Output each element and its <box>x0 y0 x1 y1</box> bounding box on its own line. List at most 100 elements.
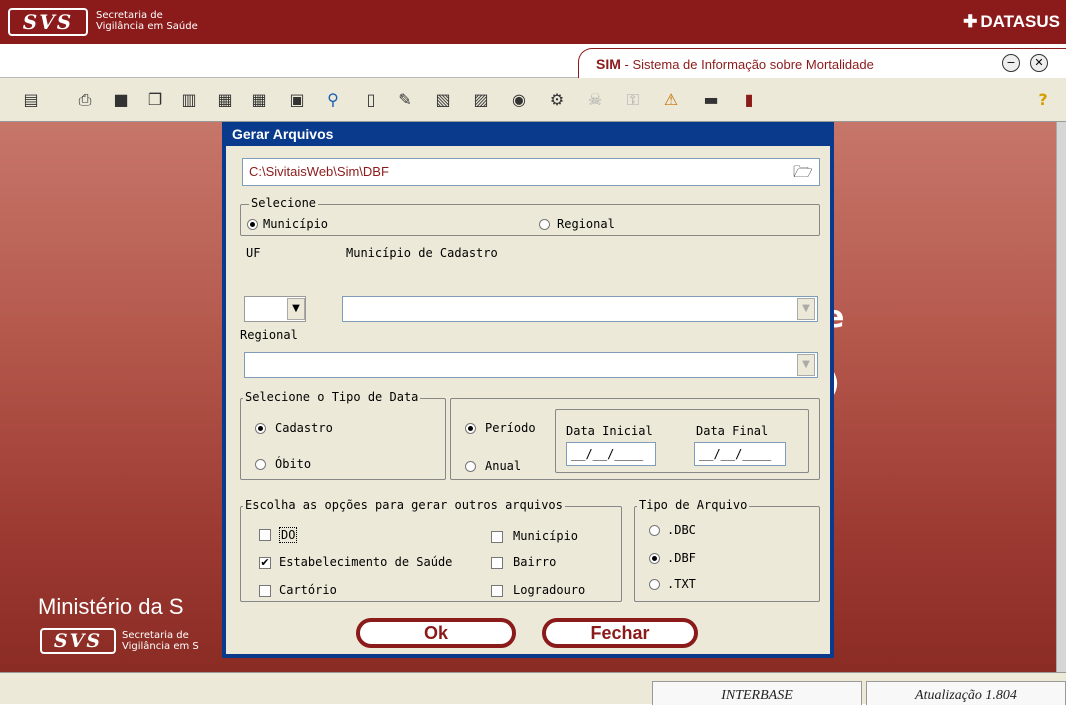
system-title: SIM - Sistema de Informação sobre Mortal… <box>596 56 874 72</box>
data-final-input[interactable]: __/__/____ <box>694 442 786 466</box>
ministerio-label: Ministério da S <box>38 594 184 619</box>
minimize-icon[interactable]: − <box>1002 54 1020 72</box>
data-inicial-input[interactable]: __/__/____ <box>566 442 656 466</box>
status-bar: INTERBASE Atualização 1.804 <box>0 672 1066 705</box>
uf-label: UF <box>246 246 261 260</box>
checkbox-estabelecimento[interactable]: ✔ <box>259 557 271 569</box>
radio-obito[interactable] <box>255 459 266 470</box>
datas-group: Data Inicial Data Final __/__/____ __/__… <box>555 409 809 473</box>
checkbox-municipio[interactable] <box>491 531 503 543</box>
data-final-value: __/__/____ <box>699 447 772 461</box>
save-icon[interactable]: ■ <box>110 89 132 111</box>
tipo-arquivo-group: Tipo de Arquivo .DBC .DBF .TXT <box>634 498 820 602</box>
lock-icon[interactable]: ⚿ <box>622 89 644 111</box>
svs-subtitle: Secretaria de Vigilância em Saúde <box>96 10 198 32</box>
title-separator: - <box>624 57 629 72</box>
file-export-icon[interactable]: ▤ <box>20 89 42 111</box>
periodo-group: Período Anual Data Inicial Data Final __… <box>450 398 820 480</box>
radio-txt-label: .TXT <box>667 577 696 591</box>
warning-icon[interactable]: ⚠ <box>660 89 682 111</box>
exit-door-icon[interactable]: ▮ <box>738 89 760 111</box>
form-icon[interactable]: ▣ <box>286 89 308 111</box>
print-icon[interactable]: ⎙ <box>74 89 96 111</box>
checkbox-bairro-label: Bairro <box>513 555 557 569</box>
skull-icon[interactable]: ☠ <box>584 89 606 111</box>
regional-select[interactable]: ▼ <box>244 352 818 378</box>
chevron-down-icon[interactable]: ▼ <box>287 298 305 320</box>
network-icon[interactable]: ⚙ <box>546 89 568 111</box>
datasus-label: DATASUS <box>980 12 1060 31</box>
copy-icon[interactable]: ❐ <box>144 89 166 111</box>
import-icon[interactable]: ▧ <box>432 89 454 111</box>
radio-dbf[interactable] <box>649 553 660 564</box>
checkbox-municipio-label: Município <box>513 529 579 543</box>
radio-municipio[interactable] <box>247 219 258 230</box>
radio-dbf-label: .DBF <box>667 551 696 565</box>
tipo-arquivo-legend: Tipo de Arquivo <box>637 498 750 512</box>
system-title-bar: SIM - Sistema de Informação sobre Mortal… <box>0 44 1066 78</box>
path-value: C:\SivitaisWeb\Sim\DBF <box>249 164 389 179</box>
edit-icon[interactable]: ✎ <box>394 89 416 111</box>
chevron-down-icon[interactable]: ▼ <box>797 354 815 376</box>
svs-footer-line1: Secretaria de <box>122 630 189 641</box>
cd-icon[interactable]: ◉ <box>508 89 530 111</box>
datasus-logo: ✚ DATASUS <box>963 12 1060 32</box>
svs-subtitle-line2: Vigilância em Saúde <box>96 21 198 32</box>
checkbox-do-label: DO <box>279 527 298 543</box>
radio-obito-label: Óbito <box>275 457 312 471</box>
keyboard-icon[interactable]: ▬ <box>700 89 722 111</box>
folder-open-icon[interactable]: 🗁 <box>793 161 813 188</box>
radio-txt[interactable] <box>649 579 660 590</box>
selecione-group: Selecione Município Regional <box>240 196 820 236</box>
tipo-data-legend: Selecione o Tipo de Data <box>243 390 421 404</box>
gerar-arquivos-dialog: Gerar Arquivos C:\SivitaisWeb\Sim\DBF 🗁 … <box>222 122 834 658</box>
radio-anual-label: Anual <box>485 459 522 473</box>
svs-logo: SVS <box>8 8 88 36</box>
checkbox-bairro[interactable] <box>491 557 503 569</box>
checkmark-icon: ✔ <box>260 556 270 569</box>
export-icon[interactable]: ▦ <box>214 89 236 111</box>
outros-arquivos-group: Escolha as opções para gerar outros arqu… <box>240 498 622 602</box>
dialog-title: Gerar Arquivos <box>232 126 334 142</box>
paste-icon[interactable]: ▥ <box>178 89 200 111</box>
plus-icon: ✚ <box>963 12 978 31</box>
report-icon[interactable]: ▨ <box>470 89 492 111</box>
brand-header: SVS Secretaria de Vigilância em Saúde ✚ D… <box>0 0 1066 44</box>
radio-dbc[interactable] <box>649 525 660 536</box>
svs-logo-footer: SVS <box>40 628 116 654</box>
path-field[interactable]: C:\SivitaisWeb\Sim\DBF 🗁 <box>242 158 820 186</box>
data-inicial-label: Data Inicial <box>566 424 653 438</box>
radio-cadastro[interactable] <box>255 423 266 434</box>
status-version: Atualização 1.804 <box>866 681 1066 705</box>
svs-subtitle-line1: Secretaria de <box>96 10 163 21</box>
svs-footer-line2: Vigilância em S <box>122 641 199 652</box>
calendar-icon[interactable]: ▦ <box>248 89 270 111</box>
municipio-select[interactable]: ▼ <box>342 296 818 322</box>
radio-periodo[interactable] <box>465 423 476 434</box>
help-icon[interactable]: ? <box>1032 89 1054 111</box>
radio-dbc-label: .DBC <box>667 523 696 537</box>
svs-subtitle-footer: Secretaria de Vigilância em S <box>122 630 199 652</box>
toolbar: ▤ ⎙ ■ ❐ ▥ ▦ ▦ ▣ ⚲ ▯ ✎ ▧ ▨ ◉ ⚙ ☠ ⚿ ⚠ ▬ ▮ … <box>0 78 1066 122</box>
close-icon[interactable]: ✕ <box>1030 54 1048 72</box>
vertical-scrollbar[interactable] <box>1056 122 1066 672</box>
search-icon[interactable]: ⚲ <box>322 89 344 111</box>
chevron-down-icon[interactable]: ▼ <box>797 298 815 320</box>
checkbox-logradouro[interactable] <box>491 585 503 597</box>
outros-arquivos-legend: Escolha as opções para gerar outros arqu… <box>243 498 565 512</box>
ok-button[interactable]: Ok <box>356 618 516 648</box>
document-icon[interactable]: ▯ <box>360 89 382 111</box>
data-inicial-value: __/__/____ <box>571 447 644 461</box>
regional-label: Regional <box>240 328 298 342</box>
tipo-data-group: Selecione o Tipo de Data Cadastro Óbito <box>240 390 446 480</box>
system-name: Sistema de Informação sobre Mortalidade <box>632 57 874 72</box>
checkbox-estabelecimento-label: Estabelecimento de Saúde <box>279 555 453 569</box>
dialog-body: C:\SivitaisWeb\Sim\DBF 🗁 Selecione Munic… <box>226 146 830 654</box>
checkbox-do[interactable] <box>259 529 271 541</box>
selecione-legend: Selecione <box>249 196 319 210</box>
radio-regional[interactable] <box>539 219 550 230</box>
checkbox-cartorio[interactable] <box>259 585 271 597</box>
fechar-button[interactable]: Fechar <box>542 618 698 648</box>
uf-select[interactable]: ▼ <box>244 296 306 322</box>
radio-anual[interactable] <box>465 461 476 472</box>
